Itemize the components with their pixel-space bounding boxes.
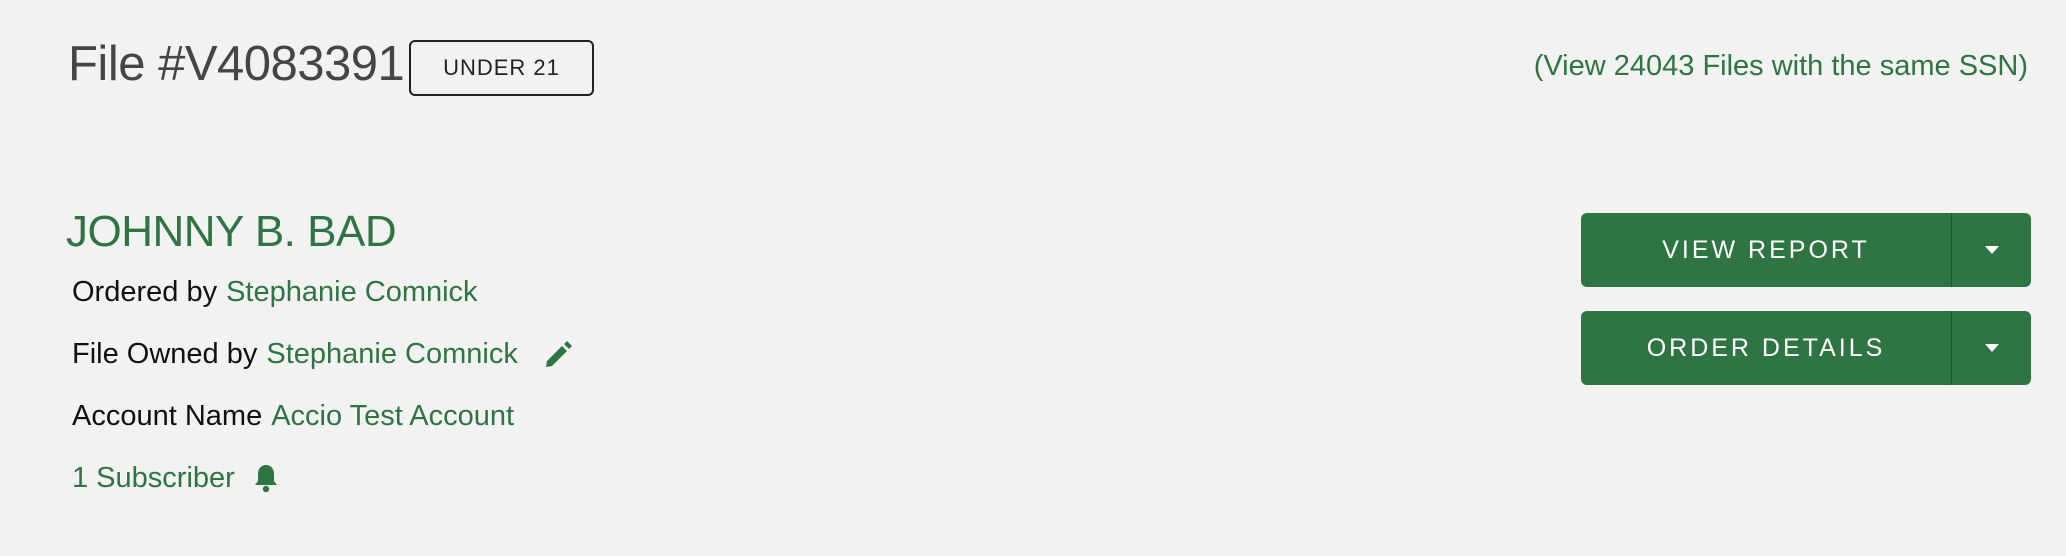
- order-details-button[interactable]: ORDER DETAILS: [1581, 311, 1951, 385]
- subject-name: JOHNNY B. BAD: [66, 207, 397, 256]
- file-title: File #V4083391: [68, 37, 405, 91]
- caret-down-icon: [1984, 246, 1999, 254]
- subscribers-row: 1 Subscriber: [72, 458, 281, 498]
- order-details-dropdown-toggle[interactable]: [1951, 311, 2031, 385]
- pencil-icon[interactable]: [542, 337, 576, 371]
- file-owned-by-link[interactable]: Stephanie Comnick: [266, 334, 517, 374]
- account-name-label: Account Name: [72, 400, 263, 432]
- view-report-button[interactable]: VIEW REPORT: [1581, 213, 1951, 287]
- order-details-split-button: ORDER DETAILS: [1581, 311, 2031, 385]
- view-report-split-button: VIEW REPORT: [1581, 213, 2031, 287]
- file-owned-by-label: File Owned by: [72, 338, 258, 370]
- bell-icon[interactable]: [251, 462, 281, 494]
- account-name-row: Account Name Accio Test Account: [72, 396, 514, 436]
- file-header-page: File #V4083391 UNDER 21 (View 24043 File…: [0, 0, 2066, 556]
- ordered-by-label: Ordered by: [72, 276, 218, 308]
- caret-down-icon: [1984, 344, 1999, 352]
- view-report-dropdown-toggle[interactable]: [1951, 213, 2031, 287]
- subscribers-link[interactable]: 1 Subscriber: [72, 458, 235, 498]
- file-owned-by-row: File Owned by Stephanie Comnick: [72, 334, 576, 374]
- ordered-by-link[interactable]: Stephanie Comnick: [226, 272, 477, 312]
- ordered-by-row: Ordered by Stephanie Comnick: [72, 272, 478, 312]
- same-ssn-files-link[interactable]: (View 24043 Files with the same SSN): [1534, 46, 2028, 86]
- age-badge: UNDER 21: [409, 40, 594, 96]
- account-name-link[interactable]: Accio Test Account: [271, 396, 514, 436]
